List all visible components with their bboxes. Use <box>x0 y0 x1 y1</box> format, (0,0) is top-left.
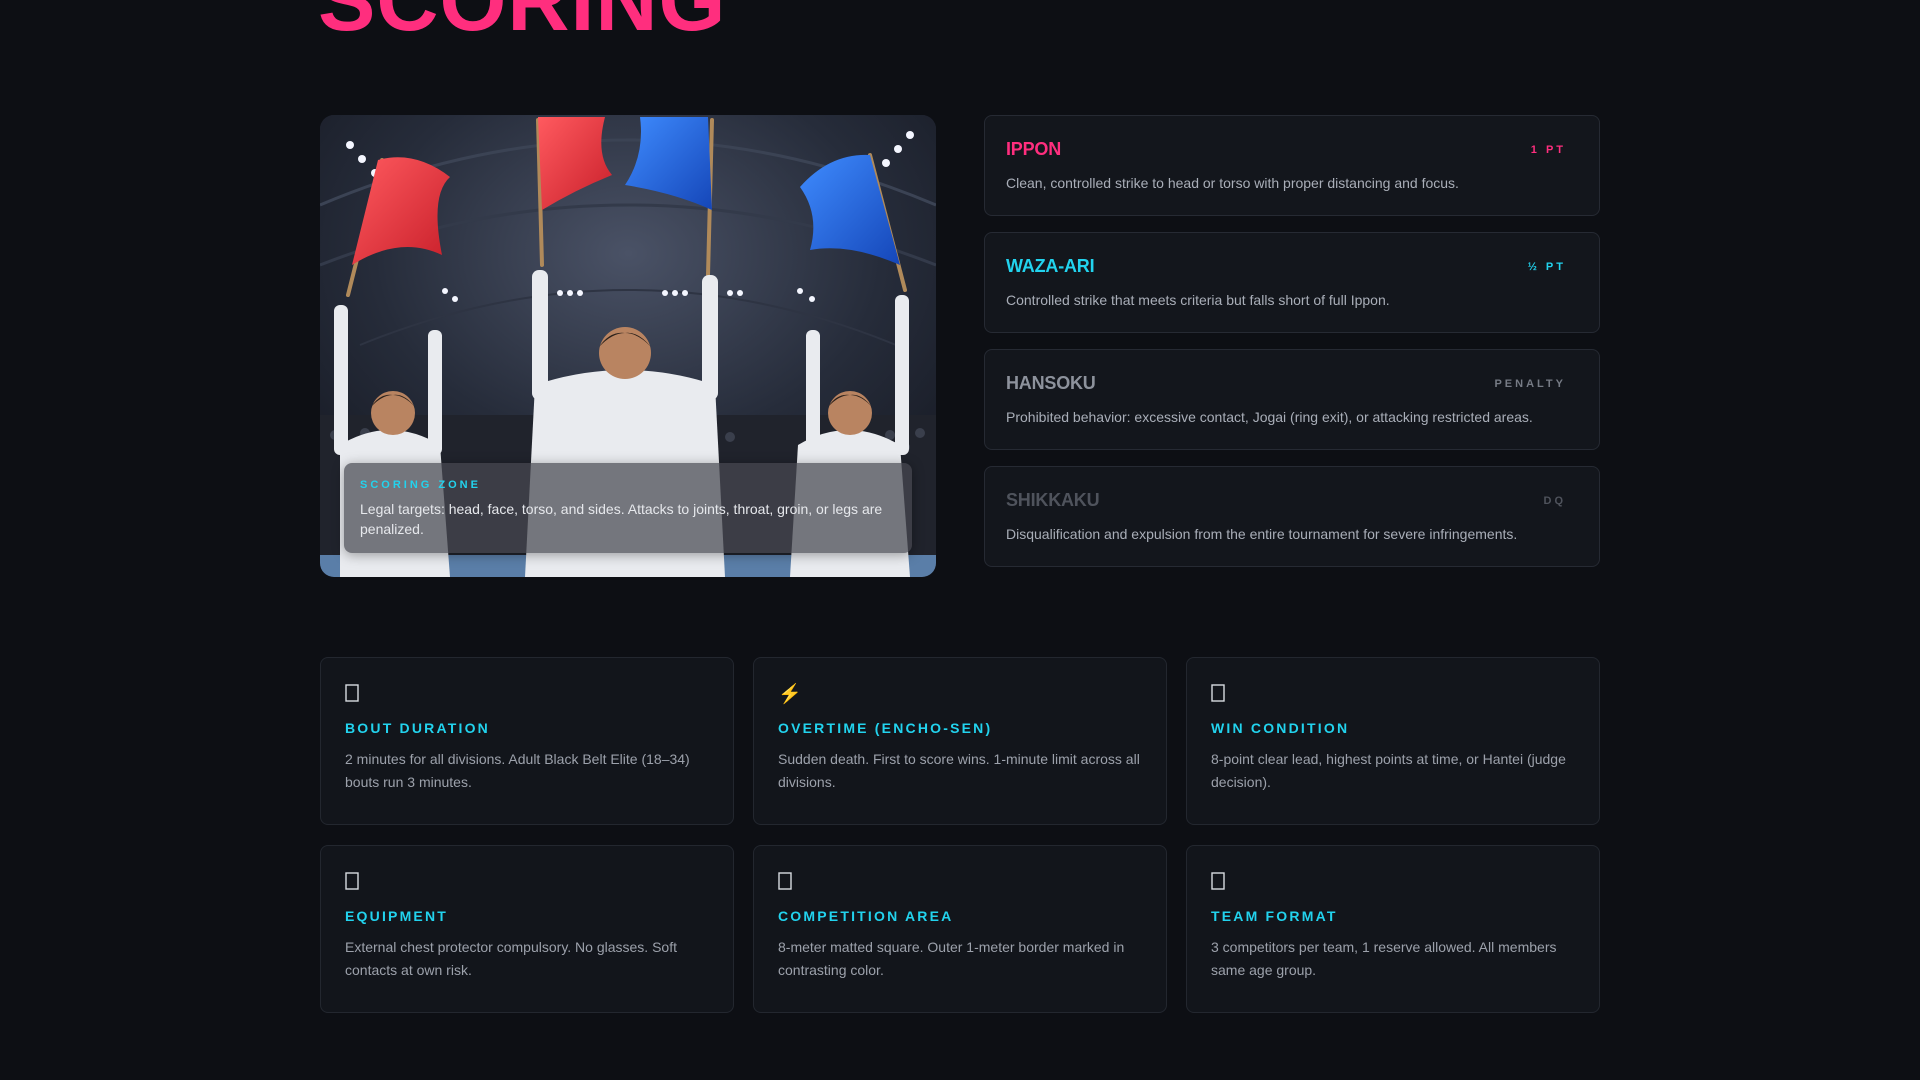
score-name: IPPON <box>1006 139 1062 159</box>
score-description: Prohibited behavior: excessive contact, … <box>1006 409 1533 425</box>
rule-card-team-format: TEAM FORMAT 3 competitors per team, 1 re… <box>1186 845 1600 1013</box>
rule-title: OVERTIME (ENCHO-SEN) <box>778 720 993 736</box>
score-description: Controlled strike that meets criteria bu… <box>1006 292 1390 308</box>
rule-title: BOUT DURATION <box>345 720 490 736</box>
score-card-hansoku: HANSOKU PENALTY Prohibited behavior: exc… <box>984 349 1600 450</box>
trophy-icon <box>1211 684 1229 706</box>
page-title: SCORING <box>318 0 727 49</box>
shield-icon <box>345 872 363 894</box>
scoring-zone-caption: SCORING ZONE Legal targets: head, face, … <box>344 463 912 553</box>
team-icon <box>1211 872 1229 894</box>
rule-body: 8-meter matted square. Outer 1-meter bor… <box>778 939 1125 978</box>
score-description: Disqualification and expulsion from the … <box>1006 526 1518 542</box>
score-name: SHIKKAKU <box>1006 490 1100 510</box>
score-tag: PENALTY <box>1494 378 1566 390</box>
rule-title: WIN CONDITION <box>1211 720 1350 736</box>
rule-body: 3 competitors per team, 1 reserve allowe… <box>1211 939 1557 978</box>
rule-body: 8-point clear lead, highest points at ti… <box>1211 751 1566 790</box>
score-name: WAZA-ARI <box>1006 256 1095 276</box>
score-description: Clean, controlled strike to head or tors… <box>1006 175 1459 191</box>
rules-grid: BOUT DURATION 2 minutes for all division… <box>320 657 1600 1013</box>
caption-kicker: SCORING ZONE <box>360 479 481 491</box>
rule-card-competition-area: COMPETITION AREA 8-meter matted square. … <box>753 845 1167 1013</box>
lightning-icon: ⚡ <box>778 684 802 705</box>
score-tag: 1 PT <box>1530 144 1566 156</box>
caption-text: Legal targets: head, face, torso, and si… <box>360 501 883 537</box>
rule-card-overtime: ⚡ OVERTIME (ENCHO-SEN) Sudden death. Fir… <box>753 657 1167 825</box>
hero-image-card: SCORING ZONE Legal targets: head, face, … <box>320 115 936 577</box>
rule-card-win-condition: WIN CONDITION 8-point clear lead, highes… <box>1186 657 1600 825</box>
rule-title: EQUIPMENT <box>345 908 449 924</box>
rule-title: COMPETITION AREA <box>778 908 954 924</box>
score-card-shikkaku: SHIKKAKU DQ Disqualification and expulsi… <box>984 466 1600 567</box>
rule-body: External chest protector compulsory. No … <box>345 939 677 978</box>
rule-card-bout-duration: BOUT DURATION 2 minutes for all division… <box>320 657 734 825</box>
square-mat-icon <box>778 872 796 894</box>
rule-body: Sudden death. First to score wins. 1-min… <box>778 751 1140 790</box>
score-card-waza-ari: WAZA-ARI ½ PT Controlled strike that mee… <box>984 232 1600 333</box>
rule-body: 2 minutes for all divisions. Adult Black… <box>345 751 690 790</box>
score-name: HANSOKU <box>1006 373 1096 393</box>
scoring-page: SCORING SCORING ZONE Legal targets: head… <box>0 0 1920 1080</box>
score-tag: DQ <box>1543 495 1566 507</box>
timer-icon <box>345 684 363 706</box>
score-tag: ½ PT <box>1527 261 1566 273</box>
score-card-ippon: IPPON 1 PT Clean, controlled strike to h… <box>984 115 1600 216</box>
rule-title: TEAM FORMAT <box>1211 908 1338 924</box>
rule-card-equipment: EQUIPMENT External chest protector compu… <box>320 845 734 1013</box>
score-list: IPPON 1 PT Clean, controlled strike to h… <box>984 115 1600 583</box>
